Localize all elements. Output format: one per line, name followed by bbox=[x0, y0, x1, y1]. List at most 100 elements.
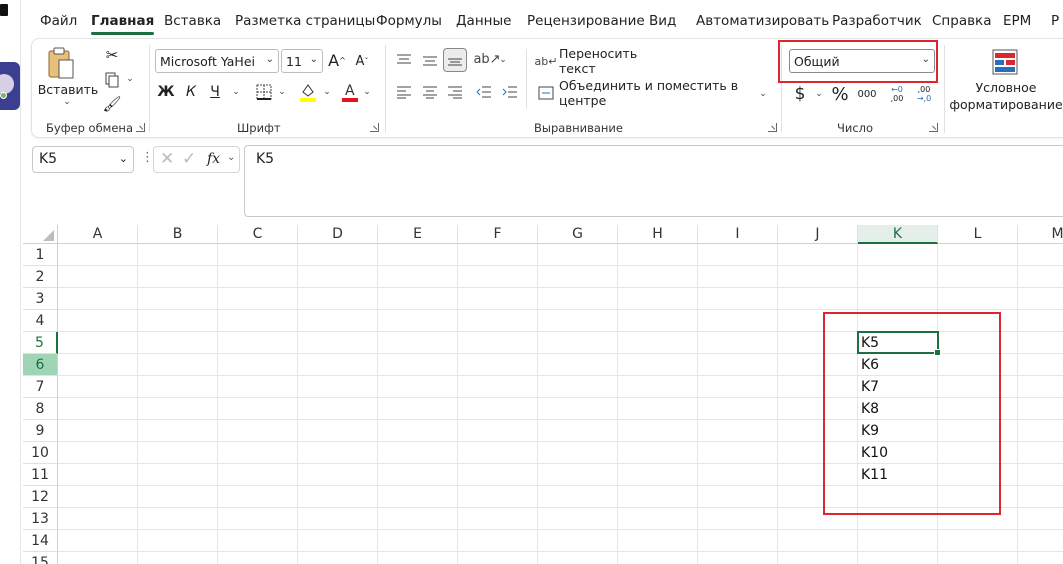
cell-k7[interactable]: K7 bbox=[858, 376, 938, 398]
enter-icon[interactable]: ✓ bbox=[182, 149, 196, 169]
orientation-chevron-down-icon[interactable]: ⌄ bbox=[498, 53, 508, 67]
currency-chevron-down-icon[interactable]: ⌄ bbox=[814, 87, 824, 101]
column-header-d[interactable]: D bbox=[298, 225, 378, 244]
increase-font-size-button[interactable]: A ^ bbox=[328, 49, 346, 71]
bold-button[interactable]: Ж bbox=[156, 81, 176, 103]
tab-home[interactable]: Главная bbox=[91, 13, 155, 35]
row-header-10[interactable]: 10 bbox=[23, 442, 58, 464]
align-right-icon[interactable] bbox=[445, 83, 465, 101]
app-icon[interactable] bbox=[0, 4, 8, 16]
number-launcher-icon[interactable] bbox=[929, 123, 938, 132]
cancel-icon[interactable]: ✕ bbox=[160, 149, 174, 169]
tab-page-layout[interactable]: Разметка страницы bbox=[235, 13, 375, 29]
row-header-15[interactable]: 15 bbox=[23, 552, 58, 564]
font-color-icon[interactable]: A bbox=[340, 81, 360, 103]
borders-chevron-down-icon[interactable]: ⌄ bbox=[277, 85, 287, 99]
align-left-icon[interactable] bbox=[394, 83, 414, 101]
row-header-8[interactable]: 8 bbox=[23, 398, 58, 420]
row-header-5[interactable]: 5 bbox=[23, 332, 58, 354]
row-header-12[interactable]: 12 bbox=[23, 486, 58, 508]
percent-format-button[interactable]: % bbox=[830, 83, 850, 105]
formula-input[interactable]: K5 bbox=[244, 145, 1063, 217]
copy-icon[interactable] bbox=[102, 71, 122, 89]
merge-center-button[interactable]: Объединить и поместить в центре bbox=[559, 78, 759, 108]
borders-icon[interactable] bbox=[254, 82, 274, 102]
name-box[interactable]: K5 ⌄ bbox=[32, 146, 134, 173]
row-header-4[interactable]: 4 bbox=[23, 310, 58, 332]
align-middle-icon[interactable] bbox=[420, 51, 440, 69]
column-header-m[interactable]: M bbox=[1018, 225, 1063, 244]
conditional-formatting-label-1[interactable]: Условное bbox=[954, 79, 1058, 95]
wrap-text-button[interactable]: Переносить текст bbox=[559, 46, 669, 76]
row-header-1[interactable]: 1 bbox=[23, 244, 58, 266]
insert-function-icon[interactable]: fx bbox=[207, 151, 220, 167]
decrease-decimal-icon[interactable]: ,00 →,0 bbox=[913, 83, 935, 105]
cell-k10[interactable]: K10 bbox=[858, 442, 938, 464]
row-header-3[interactable]: 3 bbox=[23, 288, 58, 310]
column-header-i[interactable]: I bbox=[698, 225, 778, 244]
cell-k11[interactable]: K11 bbox=[858, 464, 938, 486]
tab-overflow[interactable]: Р bbox=[1051, 13, 1059, 29]
column-header-j[interactable]: J bbox=[778, 225, 858, 244]
tab-review[interactable]: Рецензирование bbox=[527, 13, 645, 29]
comma-style-button[interactable]: 000 bbox=[856, 85, 878, 103]
row-header-14[interactable]: 14 bbox=[23, 530, 58, 552]
merge-center-icon[interactable] bbox=[537, 84, 555, 102]
row-header-9[interactable]: 9 bbox=[23, 420, 58, 442]
tab-insert[interactable]: Вставка bbox=[164, 13, 221, 29]
currency-format-button[interactable]: $ bbox=[792, 83, 808, 105]
select-all-corner[interactable] bbox=[23, 225, 58, 244]
underline-chevron-down-icon[interactable]: ⌄ bbox=[231, 85, 241, 99]
align-center-icon[interactable] bbox=[420, 83, 440, 101]
tab-formulas[interactable]: Формулы bbox=[376, 13, 442, 29]
chevron-down-icon[interactable]: ⌄ bbox=[62, 97, 72, 107]
paste-button[interactable]: Вставить bbox=[38, 81, 99, 97]
align-bottom-icon[interactable] bbox=[443, 48, 467, 72]
tab-epm[interactable]: EPM bbox=[1003, 13, 1031, 29]
active-cell-cursor[interactable] bbox=[857, 331, 941, 356]
tab-developer[interactable]: Разработчик bbox=[832, 13, 922, 29]
font-name-select[interactable]: Microsoft YaHei ⌄ bbox=[155, 49, 279, 73]
fill-color-icon[interactable] bbox=[298, 81, 318, 103]
tab-file[interactable]: Файл bbox=[40, 13, 77, 29]
column-header-a[interactable]: A bbox=[58, 225, 138, 244]
tab-automate[interactable]: Автоматизировать bbox=[696, 13, 829, 29]
alignment-launcher-icon[interactable] bbox=[768, 123, 777, 132]
decrease-indent-icon[interactable] bbox=[474, 83, 494, 101]
tab-data[interactable]: Данные bbox=[456, 13, 511, 29]
decrease-font-size-button[interactable]: Aˇ bbox=[354, 51, 370, 71]
increase-indent-icon[interactable] bbox=[500, 83, 520, 101]
avatar[interactable] bbox=[0, 62, 20, 110]
format-painter-icon[interactable]: 🖌 bbox=[102, 94, 122, 114]
cut-icon[interactable]: ✂ bbox=[102, 45, 122, 65]
chevron-down-icon[interactable]: ⌄ bbox=[227, 152, 235, 163]
copy-chevron-down-icon[interactable]: ⌄ bbox=[125, 73, 135, 85]
row-header-2[interactable]: 2 bbox=[23, 266, 58, 288]
column-header-f[interactable]: F bbox=[458, 225, 538, 244]
cell-k8[interactable]: K8 bbox=[858, 398, 938, 420]
column-header-h[interactable]: H bbox=[618, 225, 698, 244]
conditional-formatting-label-2[interactable]: форматирование bbox=[948, 96, 1063, 112]
row-header-11[interactable]: 11 bbox=[23, 464, 58, 486]
orientation-icon[interactable]: ab↗ bbox=[473, 49, 500, 69]
wrap-text-icon[interactable]: ab↵ bbox=[535, 52, 558, 70]
cell-k9[interactable]: K9 bbox=[858, 420, 938, 442]
font-size-select[interactable]: 11 ⌄ bbox=[281, 49, 323, 73]
align-top-icon[interactable] bbox=[394, 51, 414, 69]
paste-icon[interactable] bbox=[46, 45, 76, 81]
italic-button[interactable]: К bbox=[181, 81, 201, 103]
column-header-l[interactable]: L bbox=[938, 225, 1018, 244]
underline-button[interactable]: Ч bbox=[205, 81, 225, 103]
column-header-e[interactable]: E bbox=[378, 225, 458, 244]
cell-k5[interactable]: K5 bbox=[858, 332, 938, 354]
increase-decimal-icon[interactable]: ←0,00 bbox=[886, 83, 908, 105]
column-header-b[interactable]: B bbox=[138, 225, 218, 244]
tab-help[interactable]: Справка bbox=[932, 13, 991, 29]
conditional-formatting-icon[interactable] bbox=[990, 47, 1020, 77]
merge-chevron-down-icon[interactable]: ⌄ bbox=[758, 87, 768, 101]
column-header-g[interactable]: G bbox=[538, 225, 618, 244]
column-header-k[interactable]: K bbox=[858, 225, 938, 244]
column-header-c[interactable]: C bbox=[218, 225, 298, 244]
clipboard-launcher-icon[interactable] bbox=[136, 123, 145, 132]
font-color-chevron-down-icon[interactable]: ⌄ bbox=[362, 85, 372, 99]
